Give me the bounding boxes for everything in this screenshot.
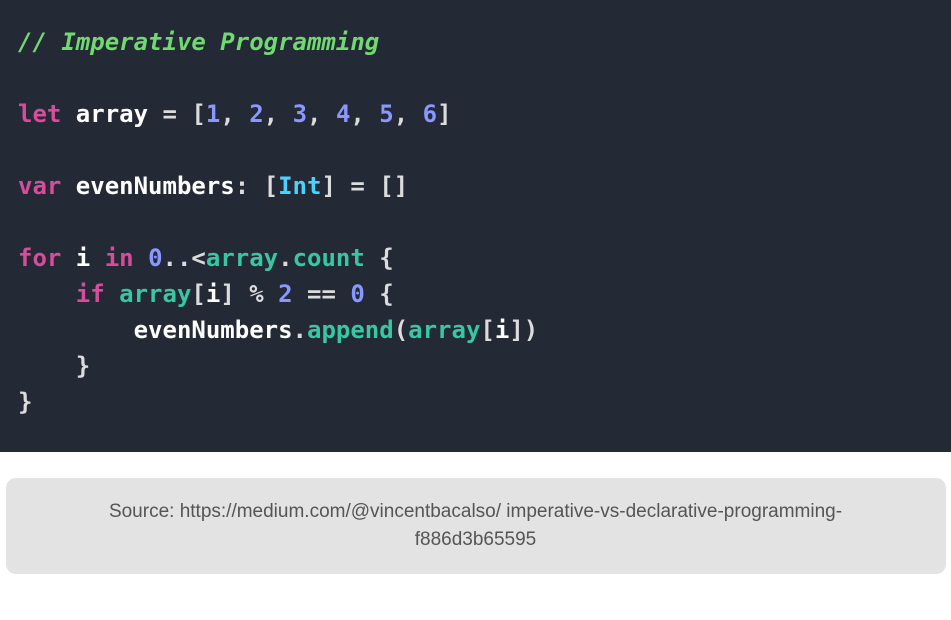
caption-wrap: Source: https://medium.com/@vincentbacal… — [0, 452, 951, 574]
code-block: // Imperative Programming let array = [1… — [0, 0, 951, 452]
source-caption: Source: https://medium.com/@vincentbacal… — [6, 478, 946, 574]
